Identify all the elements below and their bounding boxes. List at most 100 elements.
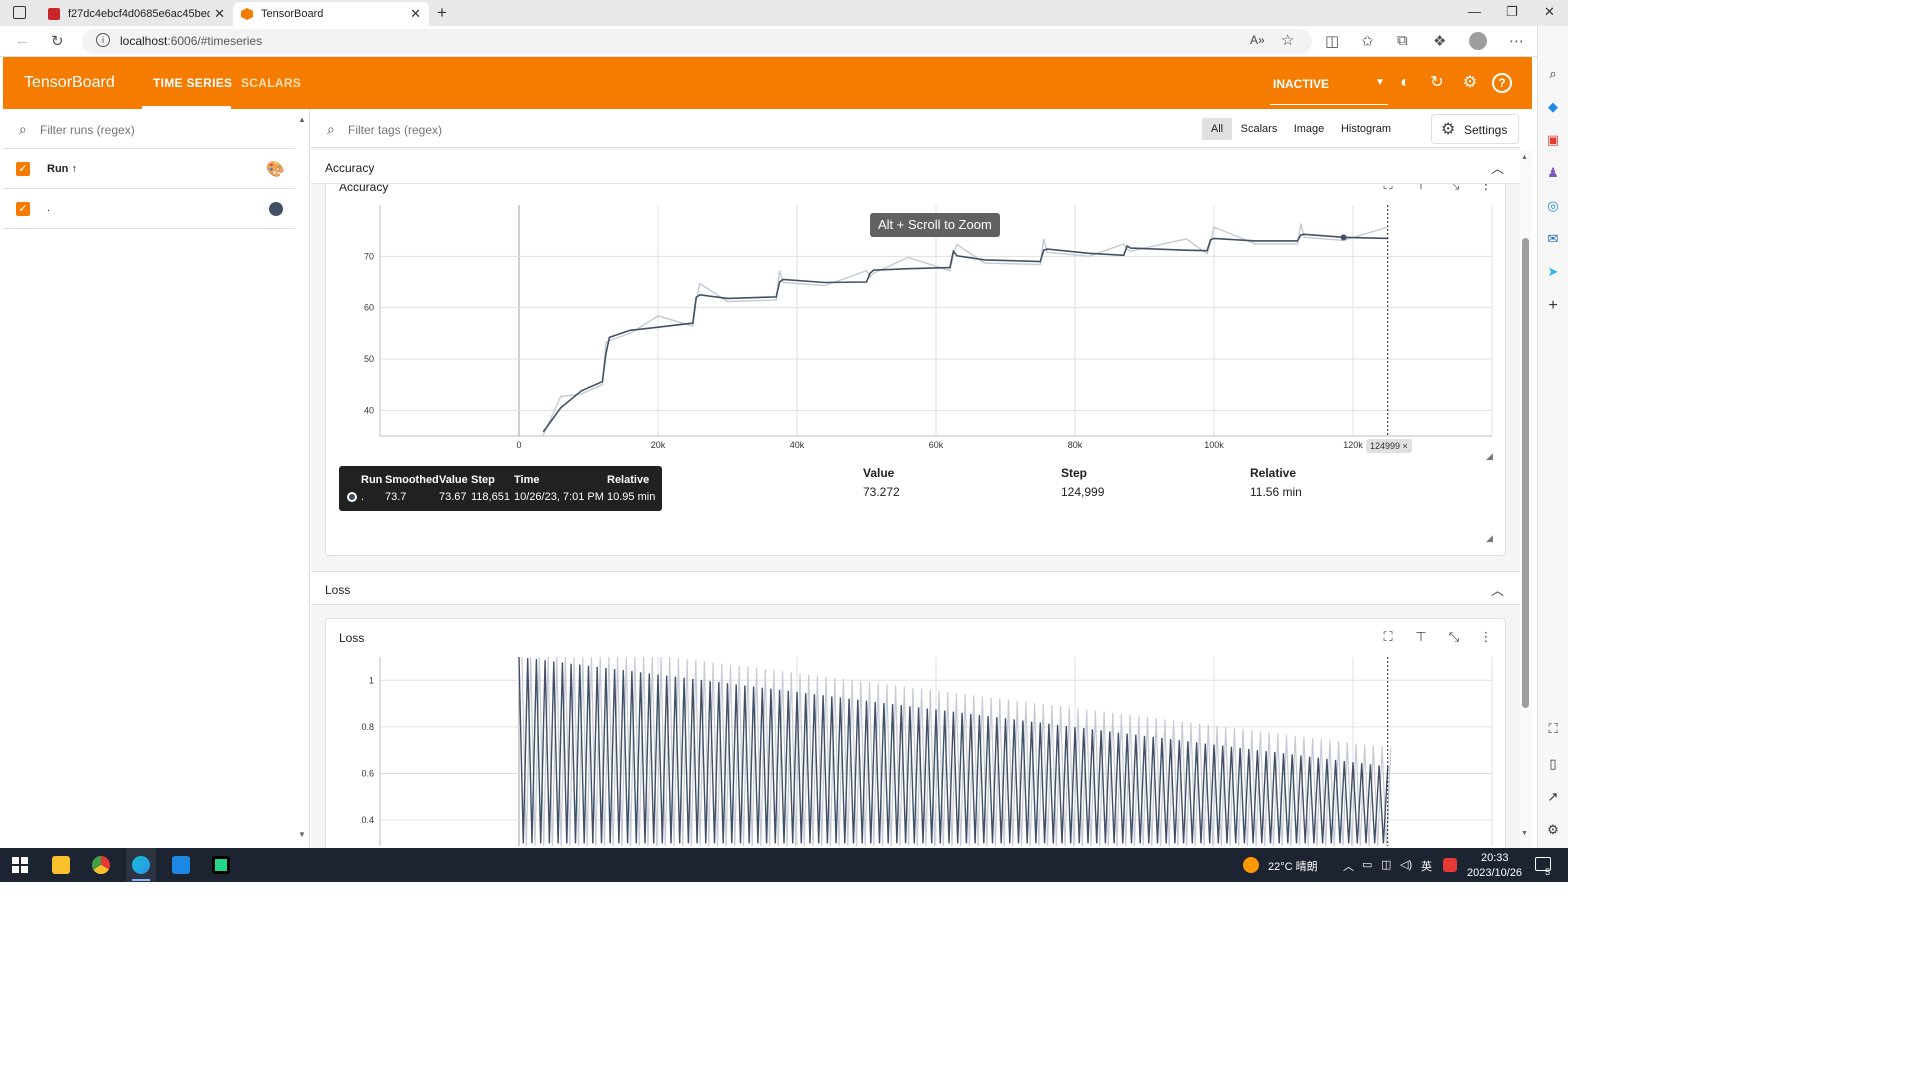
run-column-header[interactable]: Run ↑ [47, 163, 77, 175]
profile-avatar[interactable] [1469, 32, 1487, 50]
filter-histogram[interactable]: Histogram [1336, 118, 1396, 140]
read-aloud-icon[interactable]: A» [1250, 33, 1265, 47]
table-value: 73.272 [863, 485, 900, 499]
more-vert-icon[interactable]: ⋮ [1478, 629, 1494, 645]
runs-filter-input[interactable]: Filter runs (regex) [40, 123, 135, 137]
extensions-icon[interactable]: ❖ [1433, 32, 1446, 50]
run-color-swatch[interactable] [269, 202, 283, 216]
chrome-icon[interactable] [92, 856, 110, 874]
collections-icon[interactable]: ⧉ [1397, 32, 1408, 49]
edge-sidebar: ⌕ ◆ ▣ ♟ ◎ ✉ ➤ + ⛶ ▯ ↗ ⚙ [1537, 26, 1568, 848]
close-tab-icon[interactable]: ✕ [410, 6, 421, 22]
reload-icon[interactable]: ↻ [1427, 73, 1447, 93]
clock-date[interactable]: 2023/10/26 [1467, 867, 1522, 879]
tags-filter-input[interactable]: Filter tags (regex) [348, 123, 442, 137]
volume-icon[interactable]: ◁) [1400, 858, 1412, 871]
favorite-star-icon[interactable]: ☆ [1281, 31, 1294, 49]
games-icon[interactable]: ♟ [1544, 165, 1562, 183]
scrollbar-thumb[interactable] [1522, 238, 1529, 708]
info-icon[interactable]: i [96, 33, 110, 47]
scroll-down-icon[interactable]: ▼ [298, 830, 306, 839]
select-all-checkbox[interactable]: ✓ [16, 162, 30, 176]
search-icon: ⌕ [19, 121, 27, 137]
outlook-icon[interactable]: ✉ [1544, 231, 1562, 249]
split-screen-icon[interactable]: ◫ [1325, 32, 1339, 50]
runs-panel: ⌕ Filter runs (regex) ▲ ✓ Run ↑ 🎨 ✓ . ▼ [3, 110, 310, 848]
run-checkbox[interactable]: ✓ [16, 202, 30, 216]
tab-scalars[interactable]: SCALARS [241, 76, 301, 90]
shopping-icon[interactable]: ◆ [1544, 99, 1562, 117]
sidebar-settings-icon[interactable]: ⚙ [1544, 822, 1562, 840]
run-name: . [47, 202, 51, 214]
vscode-icon[interactable] [172, 856, 190, 874]
resize-handle[interactable]: ◢ [1486, 533, 1493, 544]
group-title: Accuracy [325, 161, 375, 175]
display-icon[interactable]: ◫ [1381, 858, 1391, 871]
scroll-down-icon[interactable]: ▼ [1521, 830, 1528, 837]
clock-time[interactable]: 20:33 [1481, 852, 1509, 864]
help-icon[interactable]: ? [1492, 73, 1512, 93]
settings-button[interactable]: ⚙ Settings [1431, 114, 1519, 144]
settings-gear-icon[interactable]: ⚙ [1460, 73, 1480, 93]
table-step: 124,999 [1061, 485, 1105, 499]
filter-image[interactable]: Image [1287, 118, 1331, 140]
more-menu-icon[interactable]: ⋯ [1509, 32, 1524, 50]
collapse-icon[interactable]: ⤡ [1446, 629, 1462, 645]
back-icon[interactable]: ← [15, 32, 30, 49]
tray-overflow-icon[interactable]: ︿ [1343, 858, 1354, 874]
scroll-up-icon[interactable]: ▲ [1521, 154, 1528, 161]
close-tab-icon[interactable]: ✕ [214, 6, 225, 22]
resize-handle[interactable]: ◢ [1486, 451, 1493, 462]
network-icon[interactable]: ▭ [1362, 858, 1372, 871]
tab-title: f27dc4ebcf4d0685e6ac45bed49b [68, 8, 210, 20]
chevron-down-icon[interactable]: ▼ [1375, 77, 1385, 88]
theme-toggle-icon[interactable]: ◐ [1395, 73, 1415, 93]
tooltip-header-smoothed: Smoothed [385, 474, 439, 486]
fit-domain-icon[interactable]: ⛶ [1380, 629, 1396, 645]
screenshot-icon[interactable]: ⛶ [1544, 721, 1562, 739]
ime-indicator[interactable]: 英 [1421, 858, 1432, 874]
chevron-up-icon[interactable]: ︿ [1491, 158, 1504, 177]
open-external-icon[interactable]: ↗ [1544, 789, 1562, 807]
step-marker-chip[interactable]: 124999 × [1366, 439, 1412, 453]
palette-icon[interactable]: 🎨 [266, 160, 285, 178]
restore-icon[interactable]: ❐ [1506, 4, 1518, 20]
plugin-select[interactable]: INACTIVE [1273, 77, 1329, 91]
tooltip-smoothed: 73.7 [385, 491, 407, 503]
browser-tab-active[interactable]: TensorBoard ✕ [233, 2, 429, 26]
active-tab-indicator [142, 106, 231, 109]
microsoft365-icon[interactable]: ◎ [1544, 198, 1562, 216]
table-header-relative: Relative [1250, 466, 1297, 480]
chevron-up-icon[interactable]: ︿ [1491, 580, 1504, 599]
filter-scalars[interactable]: Scalars [1236, 118, 1282, 140]
tools-icon[interactable]: ▣ [1544, 132, 1562, 150]
file-explorer-icon[interactable] [52, 856, 70, 874]
brand-logo[interactable]: TensorBoard [24, 74, 115, 92]
workspaces-icon[interactable] [13, 6, 26, 19]
pin-icon[interactable]: ⊤ [1413, 629, 1429, 645]
tooltip-relative: 10.95 min [607, 491, 656, 503]
weather-icon[interactable] [1243, 857, 1259, 873]
tab-time-series[interactable]: TIME SERIES [153, 76, 232, 90]
sidebar-toggle-icon[interactable]: ▯ [1544, 756, 1562, 774]
new-tab-icon[interactable]: + [437, 3, 447, 23]
scroll-up-icon[interactable]: ▲ [298, 115, 306, 124]
send-icon[interactable]: ➤ [1544, 264, 1562, 282]
search-icon[interactable]: ⌕ [1544, 66, 1562, 84]
url-field[interactable]: i localhost:6006/#timeseries A» ☆ [82, 29, 1312, 54]
windows-start-icon[interactable] [12, 857, 28, 873]
filter-all[interactable]: All [1202, 118, 1232, 140]
refresh-icon[interactable]: ↻ [51, 32, 64, 50]
sogou-icon[interactable] [1443, 858, 1457, 872]
minimize-icon[interactable]: — [1468, 4, 1481, 19]
main-scrollbar[interactable]: ▲ ▼ [1520, 150, 1532, 848]
close-window-icon[interactable]: ✕ [1544, 4, 1555, 20]
pycharm-icon[interactable] [212, 856, 230, 874]
accuracy-group-header[interactable]: Accuracy ︿ [311, 150, 1520, 184]
favorites-icon[interactable]: ✩ [1361, 32, 1374, 50]
add-icon[interactable]: + [1544, 297, 1562, 315]
browser-tab[interactable]: f27dc4ebcf4d0685e6ac45bed49b ✕ [40, 2, 233, 26]
loss-group-header[interactable]: Loss ︿ [311, 571, 1520, 605]
tooltip-value: 73.67 [439, 491, 467, 503]
weather-text[interactable]: 22°C 晴朗 [1268, 858, 1318, 874]
